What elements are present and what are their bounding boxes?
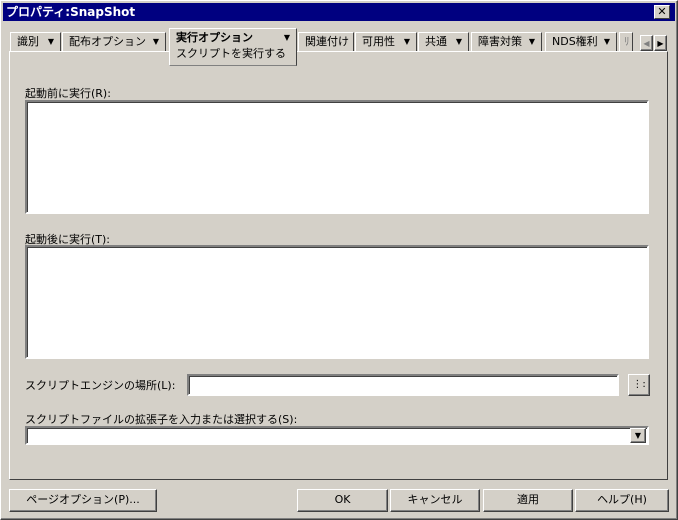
chevron-down-icon: ▼ <box>152 37 159 46</box>
apply-button[interactable]: 適用 <box>483 489 573 512</box>
cancel-button[interactable]: キャンセル <box>390 489 480 512</box>
tab-scroll-right-button[interactable]: ▶ <box>654 35 667 51</box>
tab-label: 障害対策 <box>478 35 522 48</box>
tab-partial[interactable]: ﾘ <box>619 32 633 51</box>
tab-associations[interactable]: 関連付け <box>298 32 354 51</box>
extension-combobox[interactable] <box>25 426 649 445</box>
page-options-button[interactable]: ページオプション(P)... <box>9 489 157 512</box>
chevron-down-icon: ▼ <box>283 33 290 42</box>
tab-label: 共通 <box>425 35 447 48</box>
pre-run-textarea[interactable] <box>25 100 649 214</box>
post-run-textarea[interactable] <box>25 245 649 359</box>
chevron-down-icon: ▼ <box>603 37 610 46</box>
browse-button[interactable]: ⋮: <box>628 374 650 396</box>
ok-button[interactable]: OK <box>297 489 388 512</box>
chevron-down-icon: ▼ <box>455 37 462 46</box>
close-button[interactable]: ✕ <box>654 5 670 19</box>
engine-location-label: スクリプトエンジンの場所(L): <box>25 379 176 392</box>
tab-availability[interactable]: 可用性 ▼ <box>355 32 417 51</box>
tab-nds-rights[interactable]: NDS権利 ▼ <box>545 32 617 51</box>
tab-distribution-options[interactable]: 配布オプション ▼ <box>62 32 166 51</box>
tab-label: 可用性 <box>362 35 395 48</box>
tab-label: 実行オプション <box>176 31 253 44</box>
chevron-down-icon: ▼ <box>634 431 642 440</box>
tab-label: ﾘ <box>624 35 630 48</box>
tab-common[interactable]: 共通 ▼ <box>418 32 469 51</box>
tab-scroll-left-button[interactable]: ◀ <box>640 35 653 51</box>
title-bar: プロパティ:SnapShot ✕ <box>3 3 675 21</box>
dropdown-button[interactable]: ▼ <box>630 428 646 443</box>
tab-fault-tolerance[interactable]: 障害対策 ▼ <box>471 32 542 51</box>
pre-run-label: 起動前に実行(R): <box>25 87 111 100</box>
extension-label: スクリプトファイルの拡張子を入力または選択する(S): <box>25 413 298 426</box>
engine-location-input[interactable] <box>187 374 619 396</box>
subtab-run-scripts[interactable]: スクリプトを実行する <box>176 47 296 61</box>
tab-identification[interactable]: 識別 ▼ <box>10 32 61 51</box>
chevron-down-icon: ▼ <box>528 37 535 46</box>
chevron-down-icon: ▼ <box>47 37 54 46</box>
tab-run-options[interactable]: 実行オプション ▼ スクリプトを実行する <box>169 28 297 66</box>
chevron-down-icon: ▼ <box>403 37 410 46</box>
help-button[interactable]: ヘルプ(H) <box>575 489 669 512</box>
window-title: プロパティ:SnapShot <box>6 5 136 19</box>
tree-browse-icon: ⋮: <box>632 379 646 390</box>
tab-label: 関連付け <box>305 35 349 48</box>
tab-label: 配布オプション <box>69 35 146 48</box>
tab-label: NDS権利 <box>552 35 598 48</box>
tab-label: 識別 <box>17 35 39 48</box>
